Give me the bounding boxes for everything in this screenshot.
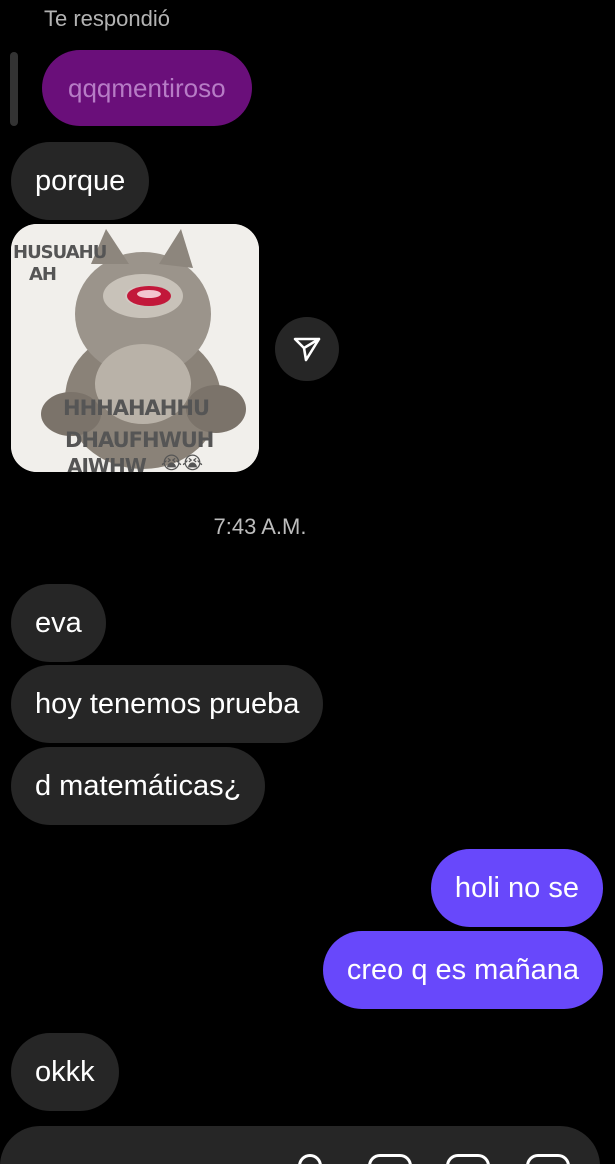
message-bubble-incoming[interactable]: d matemáticas¿ [11,747,266,825]
message-bubble-incoming[interactable]: eva [11,584,106,662]
send-paper-plane-icon [293,337,321,362]
sticker-text-line: DHAUFHWUH [65,428,214,452]
sticker-text-line: HHHAHAHHU [63,396,210,420]
sticker-text-line: HUSUAHU [13,242,107,263]
message-composer-bar[interactable] [0,1126,600,1164]
reply-quoted-message[interactable]: qqqmentiroso [42,50,252,126]
sticker-crying-cat-image[interactable]: HUSUAHU AH HHHAHAHHU DHAUFHWUH AJWHW 😭😭 [11,224,259,472]
message-bubble-outgoing[interactable]: holi no se [430,849,603,927]
message-bubble-incoming[interactable]: hoy tenemos prueba [11,665,324,743]
add-icon[interactable] [526,1154,570,1164]
crying-emoji-icon: 😭😭 [161,453,204,472]
message-bubble-incoming[interactable]: porque [11,142,150,220]
sticker-text-line: AH [29,264,57,285]
message-timestamp: 7:43 A.M. [213,514,307,539]
gallery-icon[interactable] [368,1154,412,1164]
share-button[interactable] [275,317,339,381]
sticker-text-line: AJWHW [67,454,147,472]
sticker-icon[interactable] [446,1154,490,1164]
microphone-icon[interactable] [298,1154,322,1164]
message-bubble-outgoing[interactable]: creo q es mañana [322,931,603,1009]
reply-caption: Te respondió [44,6,170,31]
message-bubble-incoming[interactable]: okkk [11,1033,119,1111]
reply-indicator-bar [10,52,18,126]
